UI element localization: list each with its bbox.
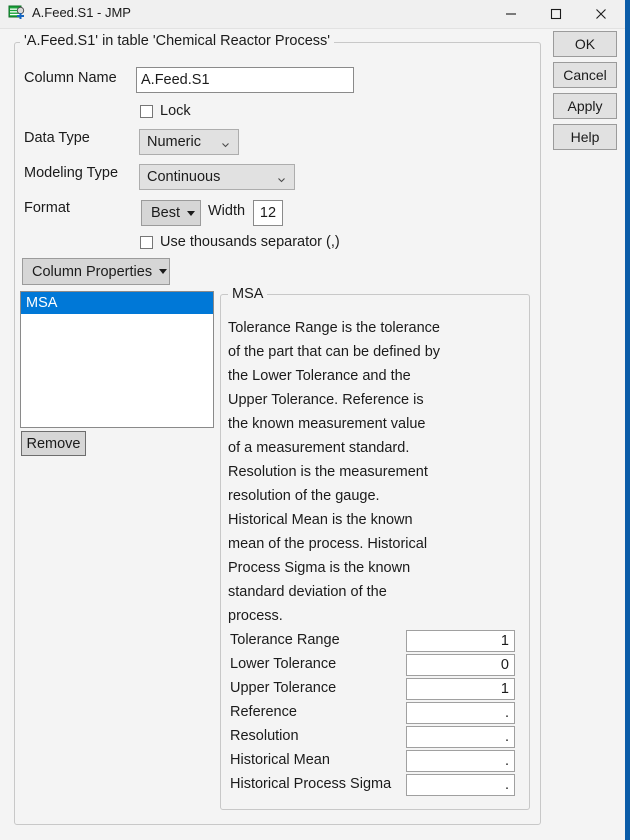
msa-row-input[interactable] bbox=[406, 654, 515, 676]
jmp-column-icon bbox=[8, 5, 26, 23]
minimize-button[interactable] bbox=[488, 0, 533, 28]
window-title: A.Feed.S1 - JMP bbox=[32, 5, 131, 20]
msa-row-input[interactable] bbox=[406, 630, 515, 652]
msa-row-label: Tolerance Range bbox=[230, 632, 340, 648]
help-button[interactable]: Help bbox=[553, 124, 617, 150]
apply-button[interactable]: Apply bbox=[553, 93, 617, 119]
data-type-label: Data Type bbox=[24, 130, 90, 146]
lock-checkbox[interactable] bbox=[140, 105, 153, 118]
group-box-legend: 'A.Feed.S1' in table 'Chemical Reactor P… bbox=[20, 33, 334, 49]
format-label: Format bbox=[24, 200, 70, 216]
title-bar: A.Feed.S1 - JMP bbox=[0, 0, 625, 29]
ok-button[interactable]: OK bbox=[553, 31, 617, 57]
msa-row-label: Resolution bbox=[230, 728, 299, 744]
chevron-down-icon bbox=[221, 138, 230, 147]
format-menu-button[interactable]: Best bbox=[141, 200, 201, 226]
triangle-down-icon bbox=[187, 211, 195, 216]
msa-row-input[interactable] bbox=[406, 678, 515, 700]
column-name-input[interactable] bbox=[136, 67, 354, 93]
lock-label: Lock bbox=[160, 103, 191, 119]
column-properties-list[interactable]: MSA bbox=[20, 291, 214, 428]
close-button[interactable] bbox=[578, 0, 623, 28]
thousands-separator-row[interactable]: Use thousands separator (,) bbox=[140, 234, 340, 250]
column-properties-button[interactable]: Column Properties bbox=[22, 258, 170, 285]
msa-row-input[interactable] bbox=[406, 774, 515, 796]
thousands-separator-checkbox[interactable] bbox=[140, 236, 153, 249]
msa-description: Tolerance Range is the tolerance of the … bbox=[228, 316, 440, 628]
list-item[interactable]: MSA bbox=[21, 292, 213, 314]
width-input[interactable] bbox=[253, 200, 283, 226]
triangle-down-icon bbox=[159, 269, 167, 274]
msa-row-input[interactable] bbox=[406, 726, 515, 748]
modeling-type-label: Modeling Type bbox=[24, 165, 118, 181]
lock-checkbox-row[interactable]: Lock bbox=[140, 103, 191, 119]
msa-row-input[interactable] bbox=[406, 702, 515, 724]
remove-button[interactable]: Remove bbox=[21, 431, 86, 456]
chevron-down-icon bbox=[277, 173, 286, 182]
thousands-separator-label: Use thousands separator (,) bbox=[160, 234, 340, 250]
maximize-button[interactable] bbox=[533, 0, 578, 28]
column-info-dialog: A.Feed.S1 - JMP OK Cancel Apply Help 'A.… bbox=[0, 0, 630, 840]
msa-row-label: Reference bbox=[230, 704, 297, 720]
msa-row-label: Historical Mean bbox=[230, 752, 330, 768]
column-properties-label: Column Properties bbox=[32, 264, 152, 280]
data-type-value: Numeric bbox=[147, 134, 201, 150]
msa-group-legend: MSA bbox=[228, 286, 267, 302]
data-type-select[interactable]: Numeric bbox=[139, 129, 239, 155]
modeling-type-value: Continuous bbox=[147, 169, 220, 185]
width-label: Width bbox=[208, 203, 245, 219]
msa-row-input[interactable] bbox=[406, 750, 515, 772]
msa-row-label: Historical Process Sigma bbox=[230, 776, 391, 792]
modeling-type-select[interactable]: Continuous bbox=[139, 164, 295, 190]
msa-row-label: Lower Tolerance bbox=[230, 656, 336, 672]
format-value: Best bbox=[151, 205, 180, 221]
column-name-label: Column Name bbox=[24, 70, 117, 86]
msa-row-label: Upper Tolerance bbox=[230, 680, 336, 696]
cancel-button[interactable]: Cancel bbox=[553, 62, 617, 88]
